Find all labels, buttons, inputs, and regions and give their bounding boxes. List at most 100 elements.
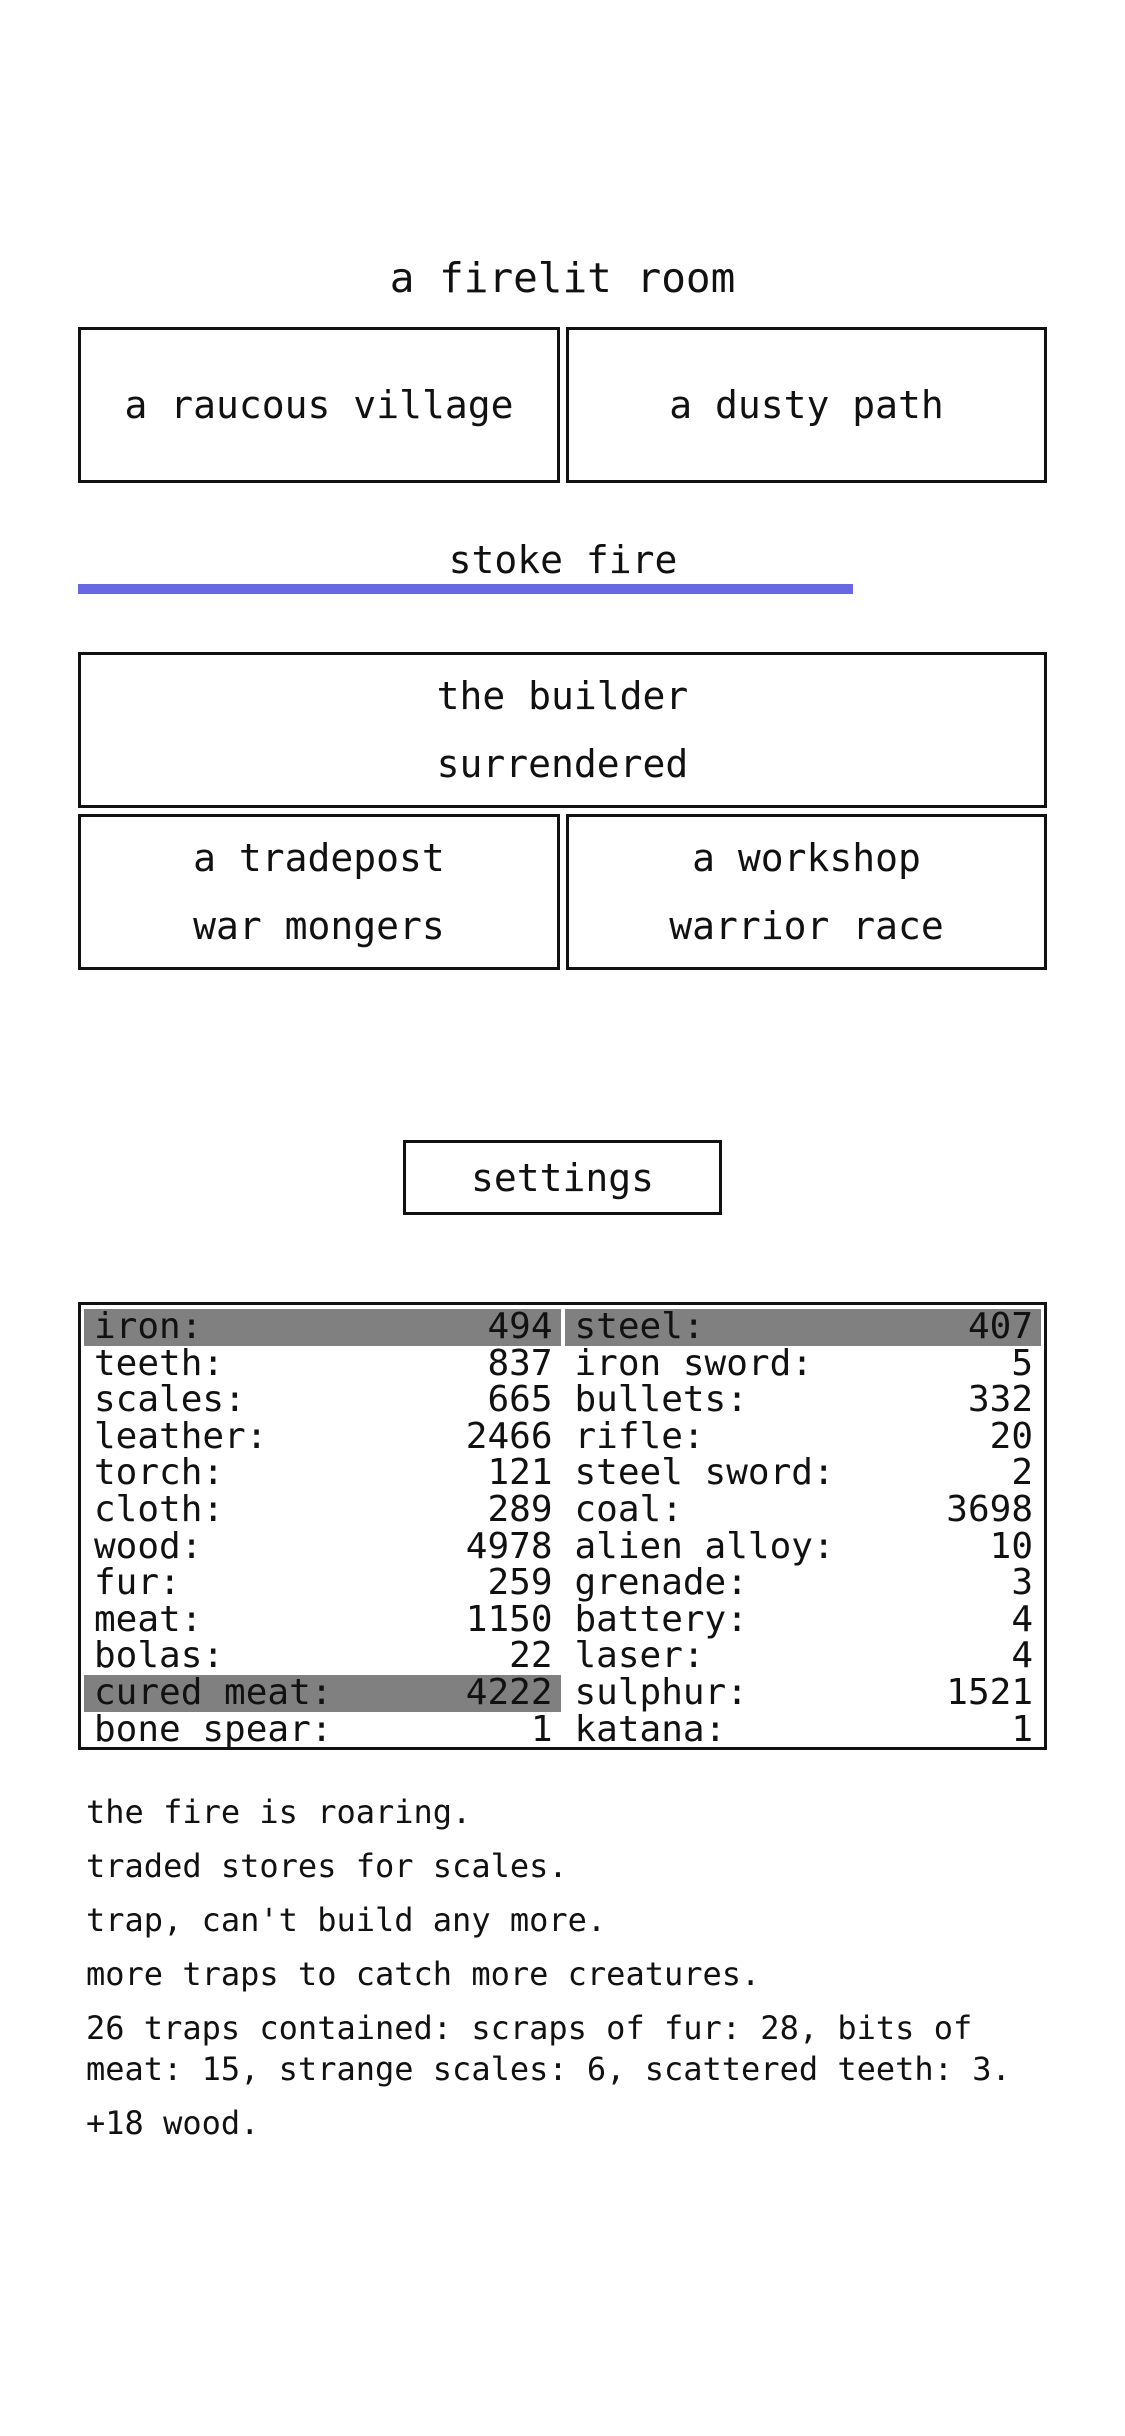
store-row: fur: 259 <box>84 1565 561 1602</box>
store-value: 3698 <box>946 1488 1033 1530</box>
store-name: steel sword: <box>574 1452 835 1494</box>
log-entry: the fire is roaring. <box>86 1793 472 1831</box>
store-name: sulphur: <box>574 1671 748 1713</box>
store-value: 10 <box>989 1525 1033 1567</box>
builder-status: surrendered <box>436 742 689 786</box>
store-row: teeth: 837 <box>84 1342 561 1384</box>
store-row: meat: 1150 <box>84 1598 561 1640</box>
stoke-fire-label: stoke fire <box>448 538 678 582</box>
store-value: 20 <box>989 1415 1033 1457</box>
store-value: 3 <box>1011 1562 1033 1604</box>
store-name: bullets: <box>574 1379 748 1421</box>
store-value: 22 <box>509 1635 553 1677</box>
store-value: 1 <box>1011 1708 1033 1750</box>
store-name: rifle: <box>574 1415 705 1457</box>
settings-label: settings <box>470 1155 655 1200</box>
store-row: steel: 407 <box>564 1306 1041 1347</box>
store-row: grenade: 3 <box>565 1565 1042 1602</box>
room-screen: a firelit room a raucous village a dusty… <box>0 0 1125 2436</box>
store-value: 332 <box>967 1379 1033 1421</box>
store-name: bolas: <box>94 1635 225 1677</box>
village-tab-button[interactable]: a raucous village <box>78 327 560 483</box>
store-value: 4 <box>1011 1635 1033 1677</box>
store-row: laser: 4 <box>565 1638 1042 1675</box>
workshop-title: a workshop <box>692 836 921 880</box>
store-value: 289 <box>487 1488 553 1530</box>
store-name: wood: <box>94 1525 203 1567</box>
store-row: rifle: 20 <box>565 1415 1042 1457</box>
store-row: leather: 2466 <box>84 1415 561 1457</box>
store-value: 665 <box>487 1379 553 1421</box>
store-row: iron sword: 5 <box>565 1342 1042 1384</box>
store-name: cured meat: <box>94 1671 333 1713</box>
store-row: bone spear: 1 <box>84 1708 561 1750</box>
workshop-button[interactable]: a workshop warrior race <box>566 814 1047 970</box>
store-row: cloth: 289 <box>84 1488 561 1530</box>
store-value: 4222 <box>465 1671 553 1713</box>
store-name: leather: <box>94 1415 268 1457</box>
builder-title: the builder <box>436 674 689 718</box>
store-value: 2466 <box>465 1415 553 1457</box>
settings-button[interactable]: settings <box>403 1140 722 1215</box>
store-row: coal: 3698 <box>565 1488 1042 1530</box>
path-tab-button[interactable]: a dusty path <box>566 327 1047 483</box>
store-name: bone spear: <box>94 1708 333 1750</box>
workshop-status: warrior race <box>669 904 944 948</box>
store-name: laser: <box>574 1635 705 1677</box>
page-title: a firelit room <box>389 254 736 302</box>
store-value: 4 <box>1011 1598 1033 1640</box>
store-value: 5 <box>1011 1342 1033 1384</box>
builder-button[interactable]: the builder surrendered <box>78 652 1047 808</box>
log-entry: traded stores for scales. <box>86 1847 568 1885</box>
store-row: katana: 1 <box>565 1708 1042 1750</box>
store-value: 121 <box>487 1452 553 1494</box>
store-row: torch: 121 <box>84 1455 561 1492</box>
store-row: steel sword: 2 <box>565 1455 1042 1492</box>
tradepost-status: war mongers <box>193 904 445 948</box>
store-row: battery: 4 <box>565 1598 1042 1640</box>
store-value: 837 <box>487 1342 553 1384</box>
log-entry: +18 wood. <box>86 2104 260 2142</box>
store-row: wood: 4978 <box>84 1525 561 1567</box>
store-name: iron sword: <box>574 1342 813 1384</box>
store-value: 407 <box>967 1306 1033 1347</box>
log-entry: 26 traps contained: scraps of fur: 28, b… <box>86 2009 1011 2088</box>
store-value: 1521 <box>946 1671 1033 1713</box>
store-name: grenade: <box>574 1562 748 1604</box>
store-row: bullets: 332 <box>565 1382 1042 1419</box>
stoke-cooldown-bar <box>78 584 853 594</box>
store-row: scales: 665 <box>84 1382 561 1419</box>
store-row: bolas: 22 <box>84 1638 561 1675</box>
store-name: teeth: <box>94 1342 225 1384</box>
store-name: alien alloy: <box>574 1525 835 1567</box>
store-row: iron: 494 <box>84 1306 561 1347</box>
store-name: cloth: <box>94 1488 225 1530</box>
store-row: alien alloy: 10 <box>565 1525 1042 1567</box>
store-name: iron: <box>94 1306 203 1347</box>
log-entry: more traps to catch more creatures. <box>86 1955 761 1993</box>
log-entry: trap, can't build any more. <box>86 1901 607 1939</box>
store-row: cured meat: 4222 <box>84 1671 561 1713</box>
tradepost-button[interactable]: a tradepost war mongers <box>78 814 560 970</box>
store-value: 259 <box>487 1562 553 1604</box>
store-value: 4978 <box>465 1525 553 1567</box>
stores-column-left: iron: 494 teeth: 837 scales: 665 leather: 2466 t… <box>84 1306 561 1747</box>
store-name: katana: <box>574 1708 727 1750</box>
store-name: torch: <box>94 1452 225 1494</box>
path-tab-label: a dusty path <box>669 383 944 427</box>
store-name: meat: <box>94 1598 203 1640</box>
store-name: scales: <box>94 1379 246 1421</box>
store-name: coal: <box>574 1488 683 1530</box>
store-name: fur: <box>94 1562 181 1604</box>
store-name: battery: <box>574 1598 748 1640</box>
village-tab-label: a raucous village <box>124 383 514 427</box>
store-value: 2 <box>1011 1452 1033 1494</box>
tradepost-title: a tradepost <box>193 836 445 880</box>
store-value: 1 <box>530 1708 553 1750</box>
store-value: 1150 <box>465 1598 553 1640</box>
event-log: the fire is roaring. traded stores for sc… <box>86 1792 1046 2157</box>
store-name: steel: <box>574 1306 705 1347</box>
stores-panel: iron: 494 teeth: 837 scales: 665 leather: 2466 t… <box>78 1302 1047 1750</box>
stores-column-right: steel: 407 iron sword: 5 bullets: 332 rifle: 20… <box>564 1306 1042 1747</box>
store-row: sulphur: 1521 <box>565 1671 1042 1713</box>
